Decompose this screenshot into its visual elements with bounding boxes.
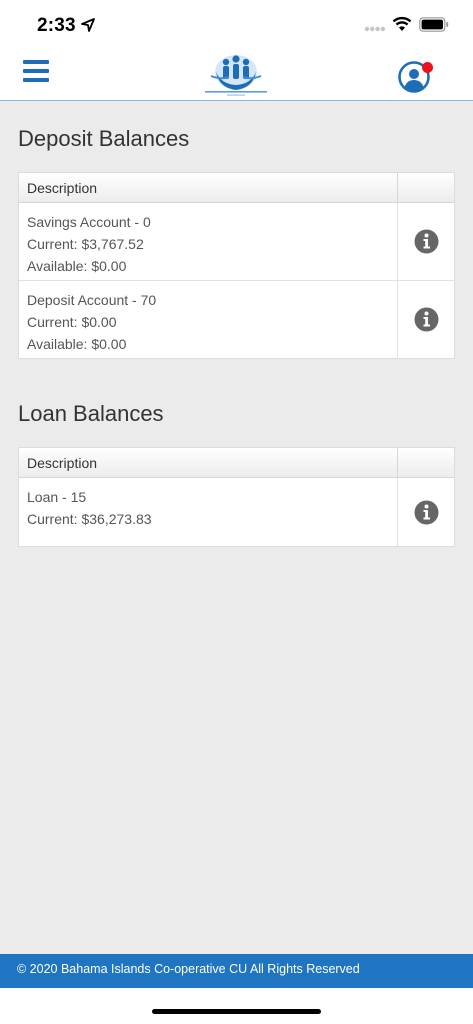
notification-badge	[422, 62, 433, 73]
location-arrow-icon	[81, 18, 95, 32]
account-name: Savings Account - 0	[27, 214, 151, 230]
loan-balances-table: Description Loan - 15 Current: $36,273.8…	[18, 447, 455, 547]
account-name: Loan - 15	[27, 489, 87, 505]
status-bar: 2:33	[0, 0, 473, 50]
deposit-balances-title: Deposit Balances	[18, 126, 190, 151]
table-row: Loan - 15 Current: $36,273.83	[19, 478, 454, 546]
home-indicator-area	[0, 988, 473, 1024]
info-icon[interactable]	[414, 229, 439, 254]
menu-hamburger-icon[interactable]	[23, 60, 49, 84]
column-header-description: Description	[27, 180, 98, 196]
available-balance: Available: $0.00	[27, 258, 127, 274]
info-icon[interactable]	[414, 307, 439, 332]
cellular-signal-icon	[364, 26, 386, 32]
footer: © 2020 Bahama Islands Co-operative CU Al…	[0, 954, 473, 988]
column-header-action	[397, 448, 454, 477]
status-time: 2:33	[37, 15, 76, 36]
loan-balances-title: Loan Balances	[18, 401, 164, 426]
wifi-icon	[392, 16, 412, 31]
battery-icon	[419, 17, 449, 32]
current-balance: Current: $36,273.83	[27, 511, 152, 527]
deposit-balances-table: Description Savings Account - 0 Current:…	[18, 172, 455, 359]
info-icon[interactable]	[414, 500, 439, 525]
available-balance: Available: $0.00	[27, 336, 127, 352]
column-header-action	[397, 173, 454, 202]
table-row: Savings Account - 0 Current: $3,767.52 A…	[19, 203, 454, 281]
footer-copyright: © 2020 Bahama Islands Co-operative CU Al…	[17, 962, 360, 976]
current-balance: Current: $0.00	[27, 314, 117, 330]
current-balance: Current: $3,767.52	[27, 236, 144, 252]
table-header: Description	[19, 448, 454, 478]
home-indicator[interactable]	[152, 1009, 321, 1014]
app-header	[0, 50, 473, 101]
table-header: Description	[19, 173, 454, 203]
credit-union-logo	[205, 55, 267, 96]
column-header-description: Description	[27, 455, 98, 471]
account-name: Deposit Account - 70	[27, 292, 157, 308]
table-row: Deposit Account - 70 Current: $0.00 Avai…	[19, 281, 454, 358]
